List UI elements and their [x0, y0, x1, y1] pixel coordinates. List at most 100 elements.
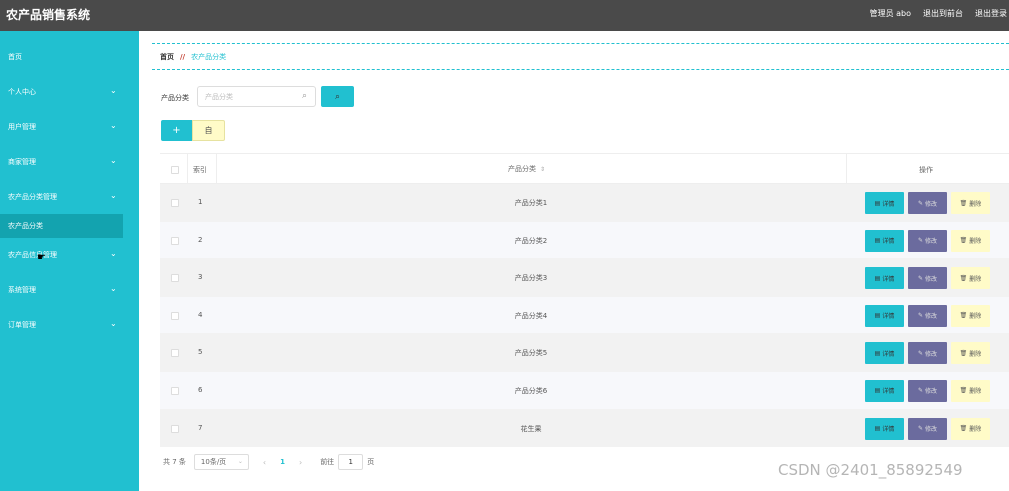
table-row: 3 产品分类3 ▤ 详情 ✎ 修改 🗑 删除	[160, 259, 1009, 297]
delete-button-label: 删除	[969, 388, 982, 396]
sidebar-item-product-info-management[interactable]: 农产品信息管理 ⌄	[0, 243, 139, 267]
detail-button-label: 详情	[882, 426, 895, 434]
goto-suffix: 页	[367, 458, 375, 466]
detail-button[interactable]: ▤ 详情	[865, 304, 904, 327]
row-index: 2	[198, 235, 203, 244]
search-input[interactable]	[197, 86, 316, 107]
sort-icon[interactable]: ⇕	[540, 166, 545, 173]
chevron-down-icon: ⌄	[110, 284, 117, 293]
detail-button[interactable]: ▤ 详情	[865, 267, 904, 290]
breadcrumb: 首页 // 农产品分类	[152, 43, 1009, 70]
edit-button[interactable]: ✎ 修改	[908, 229, 947, 252]
edit-button-label: 修改	[925, 200, 938, 208]
delete-button[interactable]: 🗑 删除	[951, 417, 990, 440]
detail-button[interactable]: ▤ 详情	[865, 192, 904, 214]
sidebar-item-home[interactable]: 首页	[0, 45, 139, 69]
header-index: 索引	[193, 166, 207, 174]
pencil-icon: ✎	[917, 237, 923, 245]
header-category[interactable]: 产品分类 ⇕	[508, 164, 545, 174]
delete-button[interactable]: 🗑 删除	[951, 192, 990, 214]
sidebar-item-merchant-management[interactable]: 商家管理 ⌄	[0, 150, 139, 174]
row-category-name: 产品分类1	[514, 199, 548, 207]
pencil-icon: ✎	[917, 312, 923, 320]
detail-button[interactable]: ▤ 详情	[865, 417, 904, 440]
delete-button-label: 删除	[969, 313, 982, 321]
sidebar-item-order-management[interactable]: 订单管理 ⌄	[0, 313, 139, 337]
goto-label: 前往	[320, 458, 335, 466]
edit-button-label: 修改	[925, 350, 938, 358]
document-icon: ▤	[874, 312, 881, 320]
row-checkbox[interactable]	[171, 274, 179, 283]
logout-link[interactable]: 退出登录	[975, 8, 1007, 19]
select-all-checkbox[interactable]	[171, 166, 179, 174]
detail-button[interactable]: ▤ 详情	[865, 229, 904, 252]
pagination: 共 7 条 10条/页 ⌄ ‹ 1 › 前往 1 页	[163, 454, 374, 470]
chevron-down-icon: ⌄	[110, 156, 117, 165]
page-size-value: 10条/页	[200, 458, 227, 466]
delete-button[interactable]: 🗑 删除	[951, 342, 990, 365]
delete-button[interactable]: 🗑 删除	[951, 229, 990, 252]
breadcrumb-current: 农产品分类	[191, 52, 227, 61]
row-checkbox[interactable]	[171, 236, 179, 245]
detail-button[interactable]: ▤ 详情	[865, 379, 904, 402]
chevron-down-icon: ⌄	[110, 319, 117, 328]
batch-delete-button[interactable]: 自	[192, 120, 225, 141]
table-row: 5 产品分类5 ▤ 详情 ✎ 修改 🗑 删除	[160, 334, 1009, 372]
delete-button[interactable]: 🗑 删除	[951, 304, 990, 327]
row-category-name: 产品分类2	[514, 236, 548, 245]
breadcrumb-home[interactable]: 首页	[160, 52, 174, 62]
row-category-name: 产品分类5	[514, 349, 548, 358]
edit-button[interactable]: ✎ 修改	[908, 417, 947, 440]
detail-button[interactable]: ▤ 详情	[865, 342, 904, 365]
goto-page-input[interactable]: 1	[338, 454, 364, 470]
row-checkbox[interactable]	[171, 386, 179, 395]
row-category-name: 产品分类3	[514, 274, 548, 283]
add-button[interactable]: +	[161, 120, 192, 141]
edit-button[interactable]: ✎ 修改	[908, 379, 947, 402]
pencil-icon: ✎	[917, 349, 923, 357]
sidebar-item-label: 订单管理	[8, 321, 36, 329]
row-category-name: 花生果	[520, 424, 542, 433]
edit-button[interactable]: ✎ 修改	[908, 192, 947, 214]
csdn-watermark: CSDN @2401_85892549	[778, 461, 963, 479]
admin-user-link[interactable]: 管理员 abo	[870, 8, 911, 19]
row-checkbox[interactable]	[171, 424, 179, 433]
row-checkbox[interactable]	[171, 311, 179, 320]
sidebar-item-label: 农产品信息管理	[8, 251, 57, 259]
prev-page-icon[interactable]: ‹	[263, 458, 266, 467]
document-icon: ▤	[874, 425, 881, 433]
edit-button[interactable]: ✎ 修改	[908, 267, 947, 290]
sidebar-item-personal-center[interactable]: 个人中心 ⌄	[0, 80, 139, 104]
edit-button[interactable]: ✎ 修改	[908, 342, 947, 365]
sidebar-item-system-management[interactable]: 系统管理 ⌄	[0, 278, 139, 302]
row-index: 6	[198, 385, 203, 394]
table-header: 索引 产品分类 ⇕ 操作	[160, 153, 1009, 184]
sidebar-item-user-management[interactable]: 用户管理 ⌄	[0, 115, 139, 139]
sidebar-item-category-management[interactable]: 农产品分类管理 ⌄	[0, 185, 139, 209]
document-icon: ▤	[874, 387, 881, 395]
delete-button[interactable]: 🗑 删除	[951, 267, 990, 290]
edit-button-label: 修改	[925, 275, 938, 283]
header-category-label: 产品分类	[508, 165, 536, 173]
search-icon: ⌕	[302, 91, 308, 101]
row-checkbox[interactable]	[171, 349, 179, 358]
row-category-name: 产品分类4	[514, 311, 548, 320]
edit-button-label: 修改	[925, 388, 938, 396]
sidebar-item-label: 个人中心	[8, 88, 36, 96]
delete-button-label: 删除	[969, 238, 982, 246]
row-category-name: 产品分类6	[514, 386, 548, 395]
page-number[interactable]: 1	[280, 458, 285, 466]
sidebar-item-category[interactable]: 农产品分类	[0, 214, 123, 238]
back-to-frontend-link[interactable]: 退出到前台	[923, 8, 963, 19]
page-size-select[interactable]: 10条/页 ⌄	[193, 454, 249, 470]
app-title: 农产品销售系统	[6, 8, 91, 22]
edit-button[interactable]: ✎ 修改	[908, 304, 947, 327]
delete-button-label: 删除	[969, 350, 982, 358]
pagination-total: 共 7 条	[163, 458, 186, 466]
trash-icon: 🗑	[959, 237, 968, 245]
row-checkbox[interactable]	[171, 199, 179, 207]
pencil-icon: ✎	[917, 199, 923, 207]
delete-button[interactable]: 🗑 删除	[951, 379, 990, 402]
next-page-icon[interactable]: ›	[299, 458, 302, 467]
search-button[interactable]: ⌕	[321, 86, 354, 107]
